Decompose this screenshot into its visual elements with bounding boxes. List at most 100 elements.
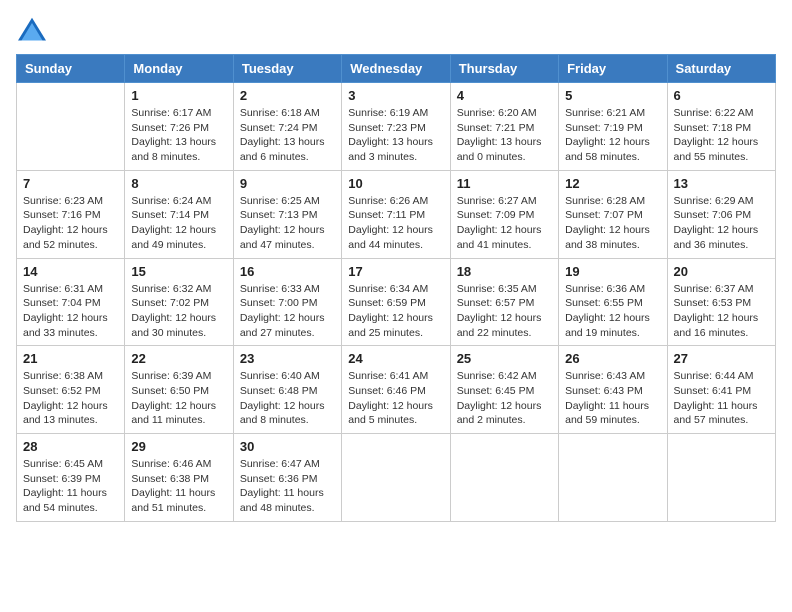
calendar-cell: 22 Sunrise: 6:39 AMSunset: 6:50 PMDayligh…: [125, 346, 233, 434]
day-number: 19: [565, 264, 660, 279]
calendar-cell: 20 Sunrise: 6:37 AMSunset: 6:53 PMDayligh…: [667, 258, 775, 346]
calendar-cell: 9 Sunrise: 6:25 AMSunset: 7:13 PMDaylight…: [233, 170, 341, 258]
day-number: 14: [23, 264, 118, 279]
day-detail: Sunrise: 6:17 AMSunset: 7:26 PMDaylight:…: [131, 106, 226, 165]
calendar-cell: 18 Sunrise: 6:35 AMSunset: 6:57 PMDayligh…: [450, 258, 558, 346]
day-detail: Sunrise: 6:31 AMSunset: 7:04 PMDaylight:…: [23, 282, 118, 341]
day-detail: Sunrise: 6:46 AMSunset: 6:38 PMDaylight:…: [131, 457, 226, 516]
day-detail: Sunrise: 6:27 AMSunset: 7:09 PMDaylight:…: [457, 194, 552, 253]
day-detail: Sunrise: 6:24 AMSunset: 7:14 PMDaylight:…: [131, 194, 226, 253]
calendar-cell: 14 Sunrise: 6:31 AMSunset: 7:04 PMDayligh…: [17, 258, 125, 346]
calendar-cell: 7 Sunrise: 6:23 AMSunset: 7:16 PMDaylight…: [17, 170, 125, 258]
col-header-monday: Monday: [125, 55, 233, 83]
day-detail: Sunrise: 6:33 AMSunset: 7:00 PMDaylight:…: [240, 282, 335, 341]
calendar-cell: 4 Sunrise: 6:20 AMSunset: 7:21 PMDaylight…: [450, 83, 558, 171]
day-detail: Sunrise: 6:42 AMSunset: 6:45 PMDaylight:…: [457, 369, 552, 428]
calendar-cell: 21 Sunrise: 6:38 AMSunset: 6:52 PMDayligh…: [17, 346, 125, 434]
logo: [16, 16, 52, 44]
day-number: 12: [565, 176, 660, 191]
day-number: 17: [348, 264, 443, 279]
day-detail: Sunrise: 6:32 AMSunset: 7:02 PMDaylight:…: [131, 282, 226, 341]
day-number: 16: [240, 264, 335, 279]
calendar-cell: 10 Sunrise: 6:26 AMSunset: 7:11 PMDayligh…: [342, 170, 450, 258]
day-number: 1: [131, 88, 226, 103]
calendar-cell: 2 Sunrise: 6:18 AMSunset: 7:24 PMDaylight…: [233, 83, 341, 171]
page-header: [16, 16, 776, 44]
calendar-week-row: 28 Sunrise: 6:45 AMSunset: 6:39 PMDayligh…: [17, 434, 776, 522]
day-detail: Sunrise: 6:21 AMSunset: 7:19 PMDaylight:…: [565, 106, 660, 165]
calendar-week-row: 1 Sunrise: 6:17 AMSunset: 7:26 PMDaylight…: [17, 83, 776, 171]
day-number: 6: [674, 88, 769, 103]
day-detail: Sunrise: 6:34 AMSunset: 6:59 PMDaylight:…: [348, 282, 443, 341]
col-header-thursday: Thursday: [450, 55, 558, 83]
day-detail: Sunrise: 6:26 AMSunset: 7:11 PMDaylight:…: [348, 194, 443, 253]
calendar-header-row: SundayMondayTuesdayWednesdayThursdayFrid…: [17, 55, 776, 83]
day-number: 21: [23, 351, 118, 366]
calendar-cell: 19 Sunrise: 6:36 AMSunset: 6:55 PMDayligh…: [559, 258, 667, 346]
day-number: 9: [240, 176, 335, 191]
day-number: 2: [240, 88, 335, 103]
day-number: 13: [674, 176, 769, 191]
calendar-cell: 27 Sunrise: 6:44 AMSunset: 6:41 PMDayligh…: [667, 346, 775, 434]
calendar-cell: 1 Sunrise: 6:17 AMSunset: 7:26 PMDaylight…: [125, 83, 233, 171]
calendar-cell: 11 Sunrise: 6:27 AMSunset: 7:09 PMDayligh…: [450, 170, 558, 258]
calendar-cell: 17 Sunrise: 6:34 AMSunset: 6:59 PMDayligh…: [342, 258, 450, 346]
day-detail: Sunrise: 6:37 AMSunset: 6:53 PMDaylight:…: [674, 282, 769, 341]
day-detail: Sunrise: 6:20 AMSunset: 7:21 PMDaylight:…: [457, 106, 552, 165]
logo-icon: [16, 16, 48, 44]
day-number: 8: [131, 176, 226, 191]
day-detail: Sunrise: 6:28 AMSunset: 7:07 PMDaylight:…: [565, 194, 660, 253]
day-number: 30: [240, 439, 335, 454]
calendar-cell: [450, 434, 558, 522]
day-number: 15: [131, 264, 226, 279]
day-number: 26: [565, 351, 660, 366]
calendar-cell: [667, 434, 775, 522]
calendar-cell: [559, 434, 667, 522]
day-number: 22: [131, 351, 226, 366]
day-number: 7: [23, 176, 118, 191]
day-number: 4: [457, 88, 552, 103]
day-number: 5: [565, 88, 660, 103]
day-detail: Sunrise: 6:43 AMSunset: 6:43 PMDaylight:…: [565, 369, 660, 428]
day-detail: Sunrise: 6:41 AMSunset: 6:46 PMDaylight:…: [348, 369, 443, 428]
calendar-cell: 24Sunrise: 6:41 AMSunset: 6:46 PMDayligh…: [342, 346, 450, 434]
calendar-cell: 29 Sunrise: 6:46 AMSunset: 6:38 PMDayligh…: [125, 434, 233, 522]
day-number: 20: [674, 264, 769, 279]
day-number: 27: [674, 351, 769, 366]
calendar-week-row: 7 Sunrise: 6:23 AMSunset: 7:16 PMDaylight…: [17, 170, 776, 258]
col-header-friday: Friday: [559, 55, 667, 83]
calendar-cell: 23 Sunrise: 6:40 AMSunset: 6:48 PMDayligh…: [233, 346, 341, 434]
day-number: 28: [23, 439, 118, 454]
calendar-cell: 28 Sunrise: 6:45 AMSunset: 6:39 PMDayligh…: [17, 434, 125, 522]
calendar-cell: 30Sunrise: 6:47 AMSunset: 6:36 PMDayligh…: [233, 434, 341, 522]
calendar-cell: [17, 83, 125, 171]
calendar-cell: 25Sunrise: 6:42 AMSunset: 6:45 PMDayligh…: [450, 346, 558, 434]
day-number: 3: [348, 88, 443, 103]
calendar-cell: 3Sunrise: 6:19 AMSunset: 7:23 PMDaylight…: [342, 83, 450, 171]
day-detail: Sunrise: 6:23 AMSunset: 7:16 PMDaylight:…: [23, 194, 118, 253]
calendar-week-row: 14 Sunrise: 6:31 AMSunset: 7:04 PMDayligh…: [17, 258, 776, 346]
day-number: 18: [457, 264, 552, 279]
day-detail: Sunrise: 6:18 AMSunset: 7:24 PMDaylight:…: [240, 106, 335, 165]
day-detail: Sunrise: 6:36 AMSunset: 6:55 PMDaylight:…: [565, 282, 660, 341]
col-header-wednesday: Wednesday: [342, 55, 450, 83]
col-header-saturday: Saturday: [667, 55, 775, 83]
calendar-cell: 6Sunrise: 6:22 AMSunset: 7:18 PMDaylight…: [667, 83, 775, 171]
day-detail: Sunrise: 6:44 AMSunset: 6:41 PMDaylight:…: [674, 369, 769, 428]
day-number: 23: [240, 351, 335, 366]
day-detail: Sunrise: 6:40 AMSunset: 6:48 PMDaylight:…: [240, 369, 335, 428]
day-number: 29: [131, 439, 226, 454]
day-detail: Sunrise: 6:39 AMSunset: 6:50 PMDaylight:…: [131, 369, 226, 428]
calendar-cell: 13 Sunrise: 6:29 AMSunset: 7:06 PMDayligh…: [667, 170, 775, 258]
day-detail: Sunrise: 6:38 AMSunset: 6:52 PMDaylight:…: [23, 369, 118, 428]
day-detail: Sunrise: 6:35 AMSunset: 6:57 PMDaylight:…: [457, 282, 552, 341]
calendar-table: SundayMondayTuesdayWednesdayThursdayFrid…: [16, 54, 776, 522]
day-number: 10: [348, 176, 443, 191]
calendar-cell: [342, 434, 450, 522]
day-detail: Sunrise: 6:45 AMSunset: 6:39 PMDaylight:…: [23, 457, 118, 516]
col-header-tuesday: Tuesday: [233, 55, 341, 83]
day-number: 11: [457, 176, 552, 191]
day-detail: Sunrise: 6:25 AMSunset: 7:13 PMDaylight:…: [240, 194, 335, 253]
day-detail: Sunrise: 6:29 AMSunset: 7:06 PMDaylight:…: [674, 194, 769, 253]
calendar-cell: 15 Sunrise: 6:32 AMSunset: 7:02 PMDayligh…: [125, 258, 233, 346]
